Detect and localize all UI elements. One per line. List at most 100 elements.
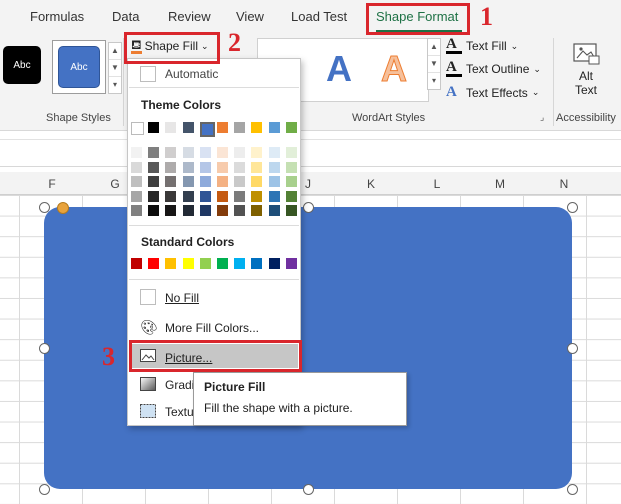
resize-handle-bottom[interactable] <box>303 484 314 495</box>
theme-shade-swatch[interactable] <box>148 176 160 187</box>
standard-color-swatch[interactable] <box>148 258 160 269</box>
theme-color-swatch[interactable] <box>285 122 297 133</box>
theme-shade-swatch[interactable] <box>234 176 246 187</box>
theme-shade-swatch[interactable] <box>182 190 194 202</box>
theme-shade-swatch[interactable] <box>182 176 194 187</box>
resize-handle-bottom-right[interactable] <box>567 484 578 495</box>
resize-handle-top-left[interactable] <box>39 202 50 213</box>
theme-color-swatch[interactable] <box>234 122 246 133</box>
more-fill-colors-option[interactable]: More Fill Colors... <box>165 321 259 335</box>
resize-handle-bottom-left[interactable] <box>39 484 50 495</box>
theme-color-swatch[interactable] <box>217 122 228 133</box>
column-l-header[interactable]: L <box>427 177 447 191</box>
theme-shade-swatch[interactable] <box>234 205 246 216</box>
theme-color-swatch[interactable] <box>165 122 177 133</box>
standard-color-swatch[interactable] <box>285 258 297 269</box>
standard-color-swatch[interactable] <box>199 258 211 269</box>
column-n-header[interactable]: N <box>554 177 574 191</box>
theme-shade-swatch[interactable] <box>234 161 246 173</box>
theme-shade-swatch[interactable] <box>199 161 211 173</box>
resize-handle-right[interactable] <box>567 343 578 354</box>
theme-shade-swatch[interactable] <box>285 161 297 173</box>
theme-shade-swatch[interactable] <box>268 190 280 202</box>
theme-shade-swatch[interactable] <box>165 176 177 187</box>
theme-shade-swatch[interactable] <box>217 176 228 187</box>
theme-shade-swatch[interactable] <box>217 161 228 173</box>
theme-shade-swatch[interactable] <box>182 161 194 173</box>
tab-formulas[interactable]: Formulas <box>30 9 84 24</box>
theme-shade-swatch[interactable] <box>251 176 263 187</box>
dialog-launcher-icon[interactable]: ⌟ <box>540 112 544 123</box>
shape-adjust-handle[interactable] <box>57 202 69 214</box>
gallery-up-icon[interactable]: ▲ <box>109 43 121 60</box>
standard-color-swatch[interactable] <box>268 258 280 269</box>
formula-bar[interactable] <box>0 139 621 167</box>
theme-shade-swatch[interactable] <box>285 176 297 187</box>
wordart-blue-sample[interactable]: A <box>326 48 352 90</box>
automatic-option[interactable]: Automatic <box>165 67 218 81</box>
shape-styles-gallery-scroll[interactable]: ▲ ▼ ▾ <box>108 42 122 94</box>
wordart-gallery-scroll[interactable]: ▲ ▼ ▾ <box>427 38 441 90</box>
tab-data[interactable]: Data <box>112 9 139 24</box>
theme-shade-swatch[interactable] <box>217 147 228 158</box>
theme-shade-swatch[interactable] <box>217 190 228 202</box>
theme-shade-swatch[interactable] <box>165 205 177 216</box>
standard-color-swatch[interactable] <box>182 258 194 269</box>
column-j-header[interactable]: J <box>298 177 318 191</box>
theme-shade-swatch[interactable] <box>234 147 246 158</box>
theme-shade-swatch[interactable] <box>285 147 297 158</box>
theme-shade-swatch[interactable] <box>148 161 160 173</box>
column-g-header[interactable]: G <box>105 177 125 191</box>
theme-shade-swatch[interactable] <box>182 205 194 216</box>
column-k-header[interactable]: K <box>361 177 381 191</box>
theme-shade-swatch[interactable] <box>199 205 211 216</box>
gallery-more-icon[interactable]: ▾ <box>109 77 121 93</box>
theme-shade-swatch[interactable] <box>251 205 263 216</box>
standard-color-swatch[interactable] <box>234 258 246 269</box>
resize-handle-left[interactable] <box>39 343 50 354</box>
theme-shade-swatch[interactable] <box>268 161 280 173</box>
theme-color-swatch[interactable] <box>268 122 280 133</box>
tab-view[interactable]: View <box>236 9 264 24</box>
theme-shade-swatch[interactable] <box>251 161 263 173</box>
gradient-option[interactable]: Gradi <box>165 378 194 392</box>
theme-color-swatch[interactable] <box>148 122 160 133</box>
theme-shade-swatch[interactable] <box>131 205 142 216</box>
theme-shade-swatch[interactable] <box>199 147 211 158</box>
standard-color-swatch[interactable] <box>131 258 142 269</box>
theme-shade-swatch[interactable] <box>268 147 280 158</box>
theme-color-swatch[interactable] <box>131 122 144 135</box>
column-m-header[interactable]: M <box>490 177 510 191</box>
theme-shade-swatch[interactable] <box>148 205 160 216</box>
alt-text-button[interactable]: Alt Text <box>570 42 602 102</box>
theme-color-swatch[interactable] <box>182 122 194 133</box>
no-fill-option[interactable]: No Fill <box>165 291 199 305</box>
theme-shade-swatch[interactable] <box>268 205 280 216</box>
shape-style-blue[interactable]: Abc <box>58 46 100 88</box>
gallery-down-icon[interactable]: ▼ <box>109 60 121 77</box>
wordart-down-icon[interactable]: ▼ <box>428 56 440 73</box>
theme-shade-swatch[interactable] <box>217 205 228 216</box>
theme-shade-swatch[interactable] <box>131 147 142 158</box>
theme-shade-swatch[interactable] <box>234 190 246 202</box>
text-outline-button[interactable]: A Text Outline ⌄ <box>446 60 541 77</box>
theme-shade-swatch[interactable] <box>285 190 297 202</box>
tab-load-test[interactable]: Load Test <box>291 9 347 24</box>
text-fill-button[interactable]: A Text Fill ⌄ <box>446 37 518 54</box>
rounded-rectangle-shape[interactable] <box>44 207 572 489</box>
theme-shade-swatch[interactable] <box>131 190 142 202</box>
theme-shade-swatch[interactable] <box>165 161 177 173</box>
theme-shade-swatch[interactable] <box>251 190 263 202</box>
theme-shade-swatch[interactable] <box>131 176 142 187</box>
resize-handle-top-right[interactable] <box>567 202 578 213</box>
wordart-up-icon[interactable]: ▲ <box>428 39 440 56</box>
wordart-orange-sample[interactable]: A <box>381 48 408 90</box>
theme-shade-swatch[interactable] <box>165 190 177 202</box>
standard-color-swatch[interactable] <box>165 258 177 269</box>
theme-color-swatch[interactable] <box>199 122 215 137</box>
theme-shade-swatch[interactable] <box>251 147 263 158</box>
text-effects-button[interactable]: A Text Effects ⌄ <box>446 84 539 101</box>
theme-shade-swatch[interactable] <box>148 147 160 158</box>
texture-option[interactable]: Textu <box>165 405 194 419</box>
theme-shade-swatch[interactable] <box>131 161 142 173</box>
